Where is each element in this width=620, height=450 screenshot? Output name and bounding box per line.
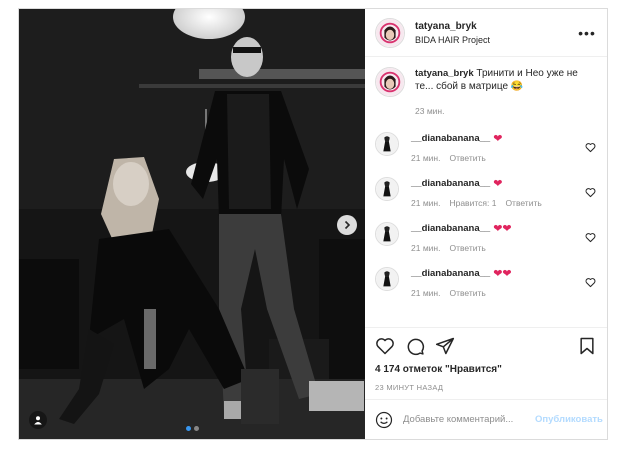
comment-text: ❤❤ (493, 223, 512, 235)
commenter-avatar[interactable] (375, 267, 399, 291)
carousel-dot-1 (185, 426, 191, 431)
comment-username[interactable]: __dianabanana__ (411, 223, 490, 234)
like-button[interactable] (375, 336, 395, 356)
comment-text: ❤ (493, 133, 503, 145)
post-timestamp[interactable]: 23 МИНУТ НАЗАД (375, 383, 597, 392)
emoji-icon (375, 411, 393, 428)
avatar-image (376, 178, 398, 200)
publish-button[interactable]: Опубликовать (535, 414, 603, 425)
comment-line: __dianabanana__ ❤❤ (411, 267, 583, 280)
comment-like-button[interactable] (583, 232, 597, 243)
comment-meta: 21 мин. Ответить (411, 288, 583, 298)
comment-item: __dianabanana__ ❤ 21 мин. Ответить (375, 132, 597, 163)
likes-count[interactable]: 4 174 отметок "Нравится" (375, 364, 597, 375)
comment-item: __dianabanana__ ❤❤ 21 мин. Ответить (375, 267, 597, 298)
comment-time[interactable]: 21 мин. (411, 153, 440, 163)
caption-time[interactable]: 23 мин. (415, 105, 585, 118)
comment-username[interactable]: __dianabanana__ (411, 268, 490, 279)
instagram-post: tatyana_bryk BIDA HAIR Project ••• tatya… (18, 8, 608, 440)
reply-button[interactable]: Ответить (449, 153, 485, 163)
caption-username[interactable]: tatyana_bryk (415, 68, 474, 79)
comment-time[interactable]: 21 мин. (411, 198, 440, 208)
post-sidebar: tatyana_bryk BIDA HAIR Project ••• tatya… (365, 9, 607, 439)
heart-icon (376, 338, 394, 355)
comment-like-button[interactable] (583, 187, 597, 198)
comment-list: __dianabanana__ ❤ 21 мин. Ответить __dia… (375, 132, 597, 298)
add-comment-bar: Опубликовать (365, 399, 607, 439)
action-icons (375, 334, 597, 358)
photo-image (19, 9, 365, 439)
commenter-avatar[interactable] (375, 177, 399, 201)
comment-body: __dianabanana__ ❤❤ 21 мин. Ответить (411, 267, 583, 298)
reply-button[interactable]: Ответить (449, 288, 485, 298)
comment-body: __dianabanana__ ❤❤ 21 мин. Ответить (411, 222, 583, 253)
comment-time[interactable]: 21 мин. (411, 288, 440, 298)
author-username[interactable]: tatyana_bryk (415, 21, 577, 32)
comment-line: __dianabanana__ ❤❤ (411, 222, 583, 235)
comments-section: tatyana_bryk Тринити и Нео уже не те... … (365, 57, 607, 327)
comment-icon (407, 338, 425, 356)
avatar-image (376, 223, 398, 245)
avatar-image (376, 68, 404, 96)
commenter-avatar[interactable] (375, 132, 399, 156)
comment-body: __dianabanana__ ❤ 21 мин. Ответить (411, 132, 583, 163)
comment-line: __dianabanana__ ❤ (411, 177, 583, 190)
comment-text: ❤❤ (493, 268, 512, 280)
avatar-image (376, 18, 404, 47)
post-photo[interactable] (19, 9, 365, 439)
bookmark-icon (580, 337, 594, 355)
heart-icon (585, 278, 595, 288)
comment-meta: 21 мин. Нравится: 1 Ответить (411, 198, 583, 208)
comment-like-button[interactable] (583, 142, 597, 153)
avatar-image (376, 268, 398, 290)
heart-icon (585, 188, 595, 198)
commenter-avatar[interactable] (375, 222, 399, 246)
chevron-right-icon (344, 220, 351, 230)
reply-button[interactable]: Ответить (449, 243, 485, 253)
user-tag-icon (34, 416, 42, 425)
comment-item: __dianabanana__ ❤ 21 мин. Нравится: 1 От… (375, 177, 597, 208)
comment-line: __dianabanana__ ❤ (411, 132, 583, 145)
comment-body: __dianabanana__ ❤ 21 мин. Нравится: 1 От… (411, 177, 583, 208)
share-button[interactable] (435, 336, 455, 356)
post-location[interactable]: BIDA HAIR Project (415, 35, 577, 45)
comment-meta: 21 мин. Ответить (411, 153, 583, 163)
comment-button[interactable] (405, 336, 425, 356)
carousel-dot-2 (193, 426, 199, 431)
more-icon[interactable]: ••• (577, 25, 597, 41)
comment-meta: 21 мин. Ответить (411, 243, 583, 253)
caption-avatar[interactable] (375, 67, 405, 97)
comment-username[interactable]: __dianabanana__ (411, 178, 490, 189)
emoji-button[interactable] (375, 411, 393, 429)
caption-body: tatyana_bryk Тринити и Нео уже не те... … (415, 67, 585, 118)
heart-icon (585, 143, 595, 153)
post-header: tatyana_bryk BIDA HAIR Project ••• (365, 9, 607, 57)
comment-like-button[interactable] (583, 277, 597, 288)
avatar-image (376, 133, 398, 155)
comment-item: __dianabanana__ ❤❤ 21 мин. Ответить (375, 222, 597, 253)
author-info: tatyana_bryk BIDA HAIR Project (415, 21, 577, 45)
next-photo-button[interactable] (337, 215, 357, 235)
post-caption: tatyana_bryk Тринити и Нео уже не те... … (375, 67, 597, 118)
post-actions: 4 174 отметок "Нравится" 23 МИНУТ НАЗАД (365, 327, 607, 399)
reply-button[interactable]: Ответить (505, 198, 541, 208)
comment-username[interactable]: __dianabanana__ (411, 133, 490, 144)
comment-time[interactable]: 21 мин. (411, 243, 440, 253)
save-button[interactable] (577, 336, 597, 356)
comment-text: ❤ (493, 178, 503, 190)
share-icon (435, 337, 455, 355)
carousel-indicator (19, 426, 365, 431)
author-avatar[interactable] (375, 17, 405, 48)
comment-likes[interactable]: Нравится: 1 (449, 198, 496, 208)
heart-icon (585, 233, 595, 243)
comment-input[interactable] (403, 414, 535, 425)
